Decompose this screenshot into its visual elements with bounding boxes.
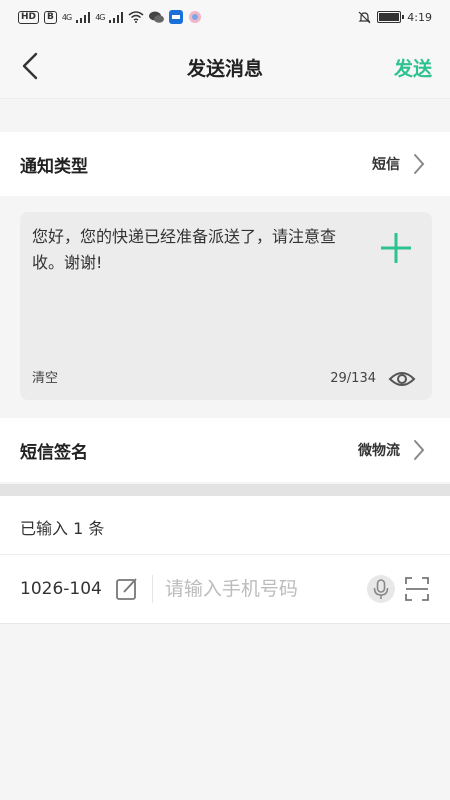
add-icon[interactable]	[378, 230, 414, 266]
sim-badge: B	[44, 10, 57, 24]
notify-type-label: 通知类型	[20, 156, 88, 177]
clock: 4:19	[407, 10, 432, 24]
vertical-divider	[151, 575, 153, 603]
entered-count-row: 已输入 1 条	[0, 496, 450, 555]
network-1-label: 4G	[61, 12, 72, 22]
edit-icon[interactable]	[114, 576, 140, 602]
app-icon	[169, 10, 184, 24]
wifi-icon	[128, 11, 144, 23]
signature-row[interactable]: 短信签名 微物流	[0, 418, 450, 482]
status-bar: HD B 4G 4G 4:19	[0, 0, 450, 34]
message-card[interactable]: 您好，您的快递已经准备派送了，请注意查收。谢谢! 清空 29/134	[20, 212, 432, 400]
status-right: 4:19	[358, 11, 450, 24]
send-button[interactable]: 发送	[394, 54, 432, 81]
clear-button[interactable]: 清空	[32, 367, 58, 386]
phone-input-row: 1026-104	[0, 555, 450, 624]
mute-icon	[358, 11, 371, 23]
entered-count-text: 已输入 1 条	[20, 519, 105, 538]
phone-number-input[interactable]	[164, 578, 355, 600]
battery-icon	[377, 11, 405, 23]
network-2-label: 4G	[95, 12, 105, 22]
scan-icon[interactable]	[404, 576, 430, 602]
section-divider	[0, 484, 450, 496]
signature-label: 短信签名	[20, 442, 88, 463]
chevron-right-icon	[414, 440, 425, 460]
signal-icon	[109, 11, 124, 23]
wechat-icon	[149, 11, 165, 23]
nav-bar: 发送消息 发送	[0, 34, 450, 99]
notify-type-row[interactable]: 通知类型 短信	[0, 132, 450, 196]
signal-icon	[76, 11, 91, 23]
app-icon	[189, 11, 202, 23]
char-count: 29/134	[330, 371, 376, 386]
status-left: HD B 4G 4G	[0, 10, 202, 24]
signature-value: 微物流	[358, 443, 400, 459]
microphone-icon[interactable]	[366, 574, 396, 604]
message-text[interactable]: 您好，您的快递已经准备派送了，请注意查收。谢谢!	[32, 224, 367, 276]
notify-type-value: 短信	[372, 157, 400, 173]
page-title: 发送消息	[186, 58, 263, 80]
pickup-code: 1026-104	[20, 579, 102, 599]
chevron-right-icon	[414, 154, 425, 174]
hd-badge: HD	[18, 10, 40, 24]
eye-icon[interactable]	[388, 368, 416, 390]
